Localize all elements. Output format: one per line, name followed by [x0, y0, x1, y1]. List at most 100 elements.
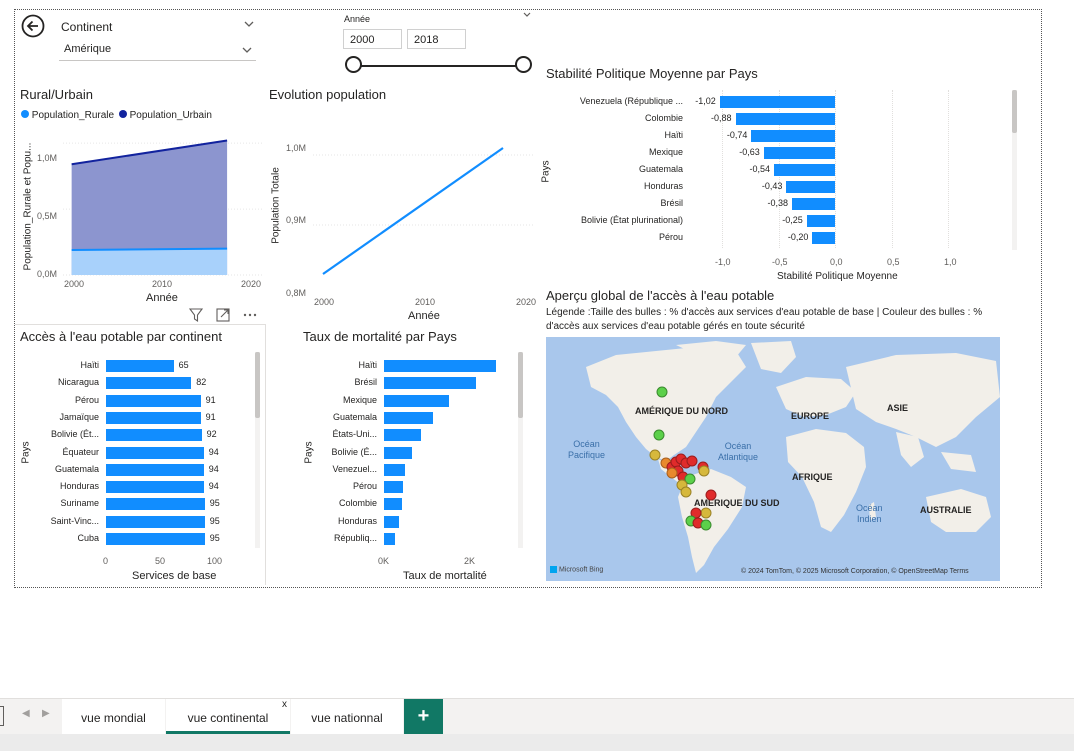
rurale-line — [71, 247, 228, 251]
eau-bar[interactable] — [106, 360, 174, 372]
eau-value-label: 95 — [209, 498, 220, 509]
mortalite-category-label: Brésil — [354, 377, 377, 388]
tab-vue-continental-label: vue continental — [187, 711, 269, 725]
eau-bar[interactable] — [106, 463, 204, 476]
mortalite-bar[interactable] — [384, 533, 395, 545]
map-bubble — [680, 486, 692, 498]
mortalite-bar[interactable] — [384, 481, 404, 494]
stabilite-category-label: Pérou — [658, 232, 683, 242]
eau-bar[interactable] — [106, 377, 192, 390]
eau-bar[interactable] — [106, 533, 205, 545]
eau-bar[interactable] — [106, 394, 201, 407]
tab-vue-continental[interactable]: vue continental x — [166, 699, 290, 734]
mortalite-category-label: Guatemala — [332, 411, 377, 422]
add-page-button[interactable]: + — [404, 699, 443, 734]
slider-handle-end[interactable] — [515, 56, 532, 73]
tab-prev-icon[interactable]: ◀ — [22, 708, 30, 719]
eau-xlabel: Services de base — [132, 570, 217, 582]
rural-urbain-ytick: 0,0M — [37, 269, 58, 279]
evolution-xtick: 2000 — [314, 297, 335, 307]
chevron-down-icon[interactable] — [522, 10, 532, 23]
mortalite-bar[interactable] — [384, 360, 496, 372]
year-start-input[interactable]: 2000 — [343, 29, 402, 49]
plus-icon: + — [417, 705, 430, 727]
eau-bar[interactable] — [106, 429, 202, 442]
stabilite-bar[interactable] — [792, 198, 835, 210]
map-copyright[interactable]: © 2024 TomTom, © 2025 Microsoft Corporat… — [741, 568, 969, 575]
year-filter-label: Année — [344, 14, 371, 24]
map-legend-line2: d'accès aux services d'eau potable gérés… — [546, 321, 805, 332]
mortalite-bar[interactable] — [384, 446, 412, 459]
stabilite-bar[interactable] — [719, 96, 835, 108]
mortalite-chart: Haïti Brésil Mexique Guatemala États-Uni... B… — [300, 350, 530, 550]
bing-icon — [550, 566, 557, 573]
eau-continent-chart: Haïti 65 Nicaragua 82 Pérou 91 Jamaïque 91 Boliv… — [20, 350, 260, 550]
tab-vue-nationnal-label: vue nationnal — [311, 711, 383, 725]
stabilite-bar[interactable] — [763, 147, 835, 159]
more-options-icon[interactable] — [243, 313, 257, 317]
mortalite-bar[interactable] — [384, 394, 449, 407]
eau-value-label: 94 — [208, 446, 219, 457]
chevron-down-icon[interactable] — [243, 18, 255, 33]
stabilite-xtick: -0,5 — [772, 257, 788, 267]
continent-filter-label: Continent — [61, 20, 113, 34]
year-range-slider[interactable] — [345, 55, 535, 77]
rural-urbain-legend: Population_Rurale Population_Urbain — [21, 110, 212, 121]
back-button[interactable] — [21, 14, 45, 38]
eau-value-label: 82 — [196, 377, 207, 388]
eau-bar[interactable] — [106, 515, 205, 528]
evolution-xtick: 2010 — [415, 297, 436, 307]
stabilite-bar[interactable] — [806, 215, 835, 227]
mortalite-scrollbar[interactable] — [518, 352, 523, 418]
gridline — [835, 90, 836, 248]
eau-bar[interactable] — [106, 411, 201, 424]
tab-next-icon[interactable]: ▶ — [42, 708, 50, 719]
eau-bar[interactable] — [106, 481, 204, 494]
eau-scrollbar[interactable] — [255, 352, 260, 418]
eau-value-label: 95 — [209, 515, 220, 526]
rural-urbain-xlabel: Année — [146, 292, 178, 304]
mortalite-bar[interactable] — [384, 429, 421, 442]
mortalite-bar[interactable] — [384, 515, 400, 528]
stabilite-bar[interactable] — [812, 232, 835, 244]
rural-urbain-ytick: 1,0M — [37, 153, 58, 163]
stabilite-xlabel: Stabilité Politique Moyenne — [777, 271, 898, 282]
tab-nav-start-icon[interactable] — [0, 706, 4, 726]
eau-value-label: 92 — [206, 429, 217, 440]
legend-dot-rurale — [21, 110, 29, 118]
back-arrow-icon — [21, 14, 45, 38]
stabilite-category-label: Guatemala — [638, 164, 683, 174]
world-map[interactable]: AMÉRIQUE DU NORD EUROPE ASIE AFRIQUE AMÉ… — [546, 337, 1000, 581]
population-line — [322, 147, 504, 275]
mortalite-bar[interactable] — [384, 411, 434, 424]
stabilite-xtick: 0,5 — [887, 257, 900, 267]
year-end-input[interactable]: 2018 — [407, 29, 466, 49]
mortalite-bar[interactable] — [384, 463, 405, 476]
stabilite-category-label: Bolivie (État plurinational) — [580, 215, 683, 225]
mortalite-bar[interactable] — [384, 377, 477, 390]
eau-value-label: 94 — [208, 481, 219, 492]
eau-bar[interactable] — [106, 498, 205, 511]
mortalite-bar[interactable] — [384, 498, 403, 511]
stabilite-bar[interactable] — [751, 130, 835, 142]
map-bubble — [700, 519, 712, 531]
eau-xtick: 0 — [103, 556, 109, 566]
stabilite-scrollbar[interactable] — [1012, 90, 1017, 133]
rural-urbain-plot — [63, 139, 263, 276]
stabilite-value-label: -0,20 — [787, 232, 809, 242]
focus-mode-icon[interactable] — [216, 308, 230, 322]
continent-dropdown[interactable]: Amérique — [59, 40, 256, 61]
stabilite-bar[interactable] — [735, 113, 835, 125]
eau-category-label: Pérou — [74, 394, 99, 405]
map-title: Aperçu global de l'accès à l'eau potable — [546, 288, 775, 303]
tab-close-icon[interactable]: x — [282, 686, 287, 724]
evolution-ytick: 0,8M — [286, 288, 307, 298]
eau-category-label: Nicaragua — [57, 377, 99, 388]
tab-vue-nationnal[interactable]: vue nationnal — [291, 699, 403, 734]
stabilite-bar[interactable] — [773, 164, 835, 176]
eau-bar[interactable] — [106, 446, 204, 459]
filter-icon[interactable] — [188, 308, 204, 323]
tab-vue-mondial[interactable]: vue mondial — [62, 699, 165, 734]
stabilite-bar[interactable] — [786, 181, 835, 193]
slider-handle-start[interactable] — [345, 56, 362, 73]
